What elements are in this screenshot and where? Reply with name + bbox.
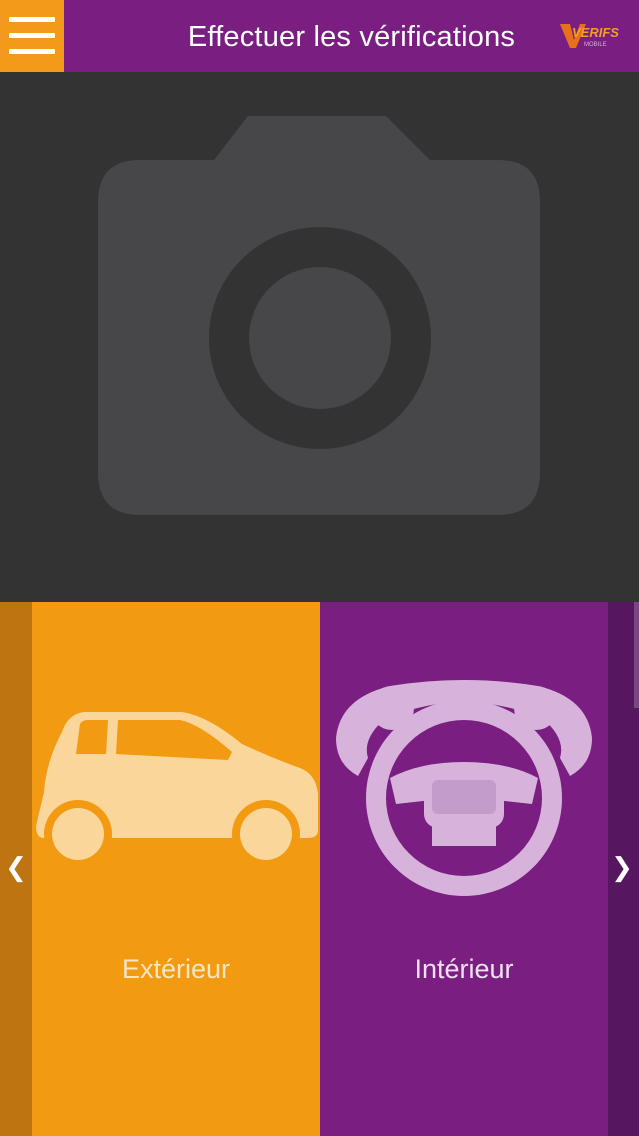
chevron-right-icon[interactable]: ❯ [610, 852, 634, 882]
verifs-logo: VERIFS MOBILE [560, 24, 619, 48]
card-interieur[interactable]: Intérieur [320, 602, 608, 1136]
menu-icon-bar [9, 49, 55, 54]
page-title: Effectuer les vérifications [187, 21, 516, 53]
card-exterieur[interactable]: Extérieur [32, 602, 320, 1136]
scrollbar[interactable] [634, 602, 639, 708]
logo-text: VERIFS [572, 25, 619, 40]
steering-wheel-icon [336, 680, 592, 896]
car-icon [36, 712, 318, 868]
card-label: Extérieur [121, 954, 231, 984]
camera-icon [98, 116, 540, 515]
card-label: Intérieur [414, 954, 514, 984]
app-header: Effectuer les vérifications VERIFS MOBIL… [0, 0, 639, 72]
inspection-carousel[interactable]: Extérieur Intérieur ❮ ❯ [0, 602, 639, 1136]
menu-button[interactable] [0, 0, 64, 72]
chevron-left-icon[interactable]: ❮ [4, 852, 28, 882]
menu-icon [9, 17, 55, 22]
logo-subtext: MOBILE [584, 42, 607, 48]
photo-capture-area[interactable] [0, 72, 639, 602]
menu-icon-bar [9, 33, 55, 38]
